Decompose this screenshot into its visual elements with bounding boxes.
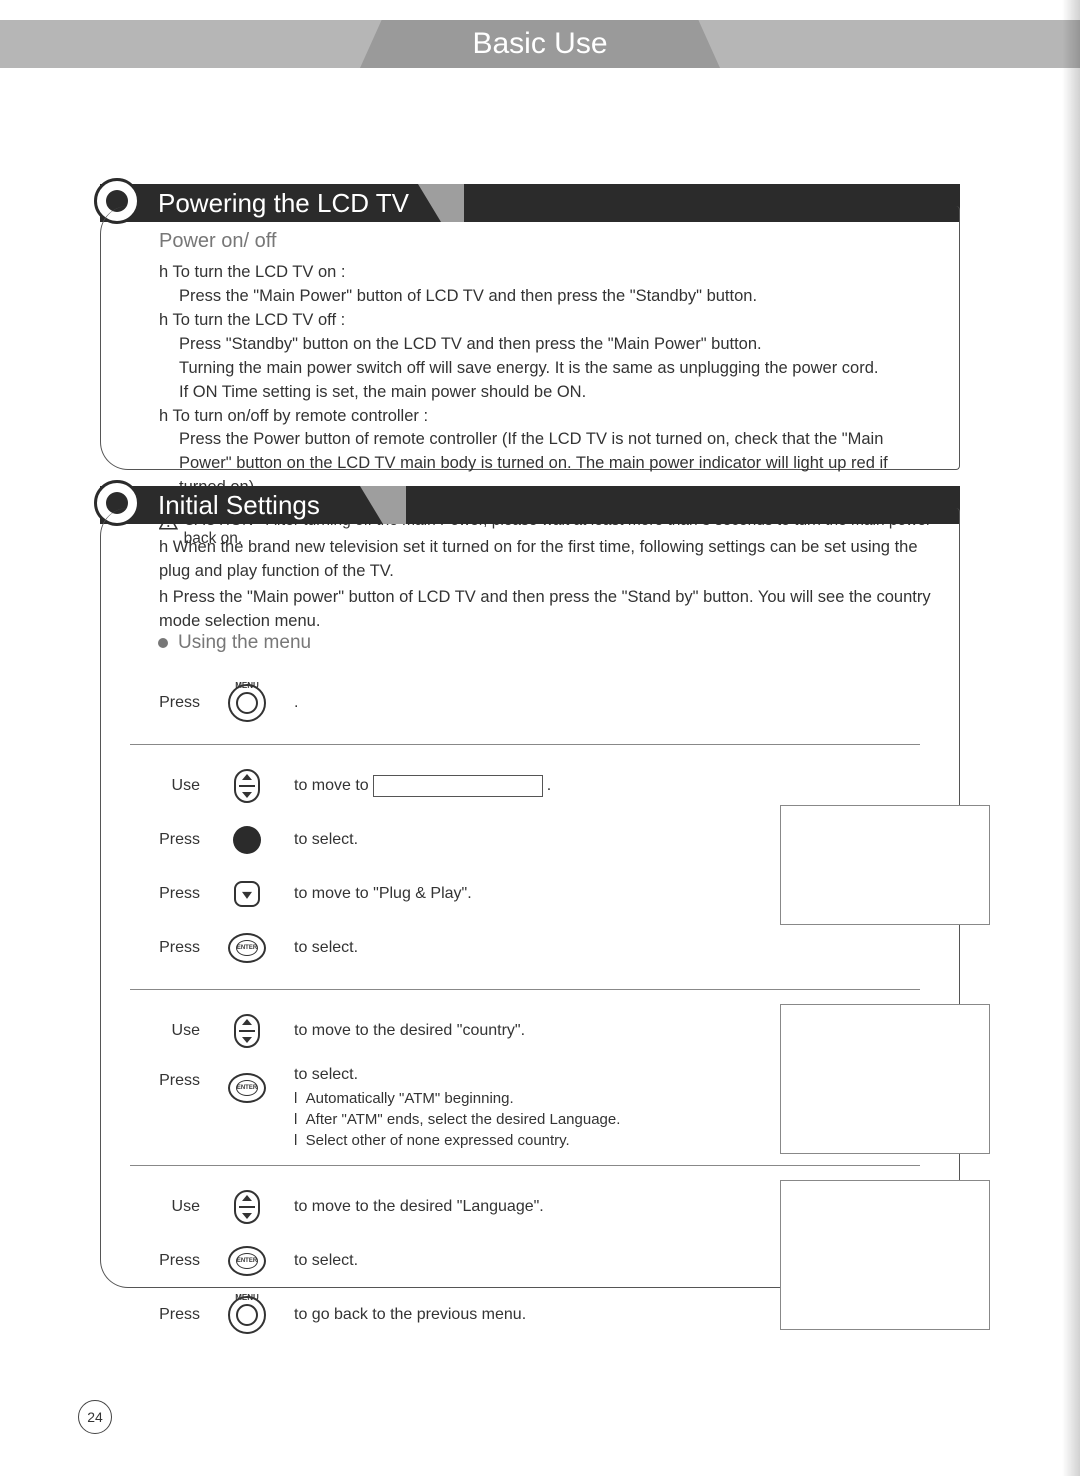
menu-row: Press ENTER to select. bbox=[130, 921, 920, 975]
action-label: Use bbox=[130, 1198, 220, 1216]
updown-button-icon bbox=[227, 1011, 267, 1051]
menu-button-icon: MENU bbox=[227, 1295, 267, 1335]
row-desc: to select. bbox=[274, 939, 920, 957]
osd-thumbnail bbox=[780, 805, 990, 925]
using-the-menu: Using the menu Press MENU . Use to move … bbox=[130, 632, 920, 1356]
page-title: Basic Use bbox=[472, 27, 607, 61]
action-label: Press bbox=[130, 694, 220, 712]
using-the-menu-head: Using the menu bbox=[158, 632, 920, 654]
power-item-2-body: Press "Standby" button on the LCD TV and… bbox=[159, 333, 937, 405]
menu-row: Press MENU . bbox=[130, 676, 920, 730]
bullet-icon bbox=[158, 638, 168, 648]
menu-group-1: Press MENU . bbox=[130, 662, 920, 744]
power-item-2-head: h To turn the LCD TV off : bbox=[159, 309, 937, 333]
action-label: Press bbox=[130, 1252, 220, 1270]
action-label: Press bbox=[130, 885, 220, 903]
menu-group-2: Use to move to. Press to select. Press t… bbox=[130, 744, 920, 989]
action-label: Press bbox=[130, 939, 220, 957]
solid-button-icon bbox=[227, 820, 267, 860]
panel-powering: Power on/ off h To turn the LCD TV on : … bbox=[100, 206, 960, 470]
subhead-power-onoff: Power on/ off bbox=[159, 230, 937, 253]
page-title-tab: Basic Use bbox=[360, 20, 720, 68]
row-desc: . bbox=[274, 694, 920, 712]
row-desc: to move to. bbox=[274, 775, 920, 797]
action-label: Use bbox=[130, 1022, 220, 1040]
power-item-1-head: h To turn the LCD TV on : bbox=[159, 261, 937, 285]
power-item-2: h To turn the LCD TV off : Press "Standb… bbox=[159, 309, 937, 405]
down-button-icon bbox=[227, 874, 267, 914]
updown-button-icon bbox=[227, 1187, 267, 1227]
initial-intro-1: h When the brand new television set it t… bbox=[159, 536, 937, 584]
enter-button-icon: ENTER bbox=[227, 928, 267, 968]
osd-thumbnail bbox=[780, 1004, 990, 1154]
osd-thumbnail bbox=[780, 1180, 990, 1330]
menu-group-4: Use to move to the desired "Language". P… bbox=[130, 1165, 920, 1356]
initial-intro-2: h Press the "Main power" button of LCD T… bbox=[159, 586, 937, 634]
action-label: Press bbox=[130, 831, 220, 849]
power-item-1-body: Press the "Main Power" button of LCD TV … bbox=[159, 285, 937, 309]
menu-button-icon: MENU bbox=[227, 683, 267, 723]
page-number: 24 bbox=[78, 1400, 112, 1434]
menu-group-3: Use to move to the desired "country". Pr… bbox=[130, 989, 920, 1165]
action-label: Use bbox=[130, 777, 220, 795]
action-label: Press bbox=[130, 1306, 220, 1324]
enter-button-icon: ENTER bbox=[227, 1068, 267, 1108]
enter-button-icon: ENTER bbox=[227, 1241, 267, 1281]
blank-field bbox=[373, 775, 543, 797]
updown-button-icon bbox=[227, 766, 267, 806]
power-item-1: h To turn the LCD TV on : Press the "Mai… bbox=[159, 261, 937, 309]
power-item-3-head: h To turn on/off by remote controller : bbox=[159, 405, 937, 429]
action-label: Press bbox=[130, 1066, 220, 1090]
page-edge-shadow bbox=[1062, 0, 1080, 1476]
